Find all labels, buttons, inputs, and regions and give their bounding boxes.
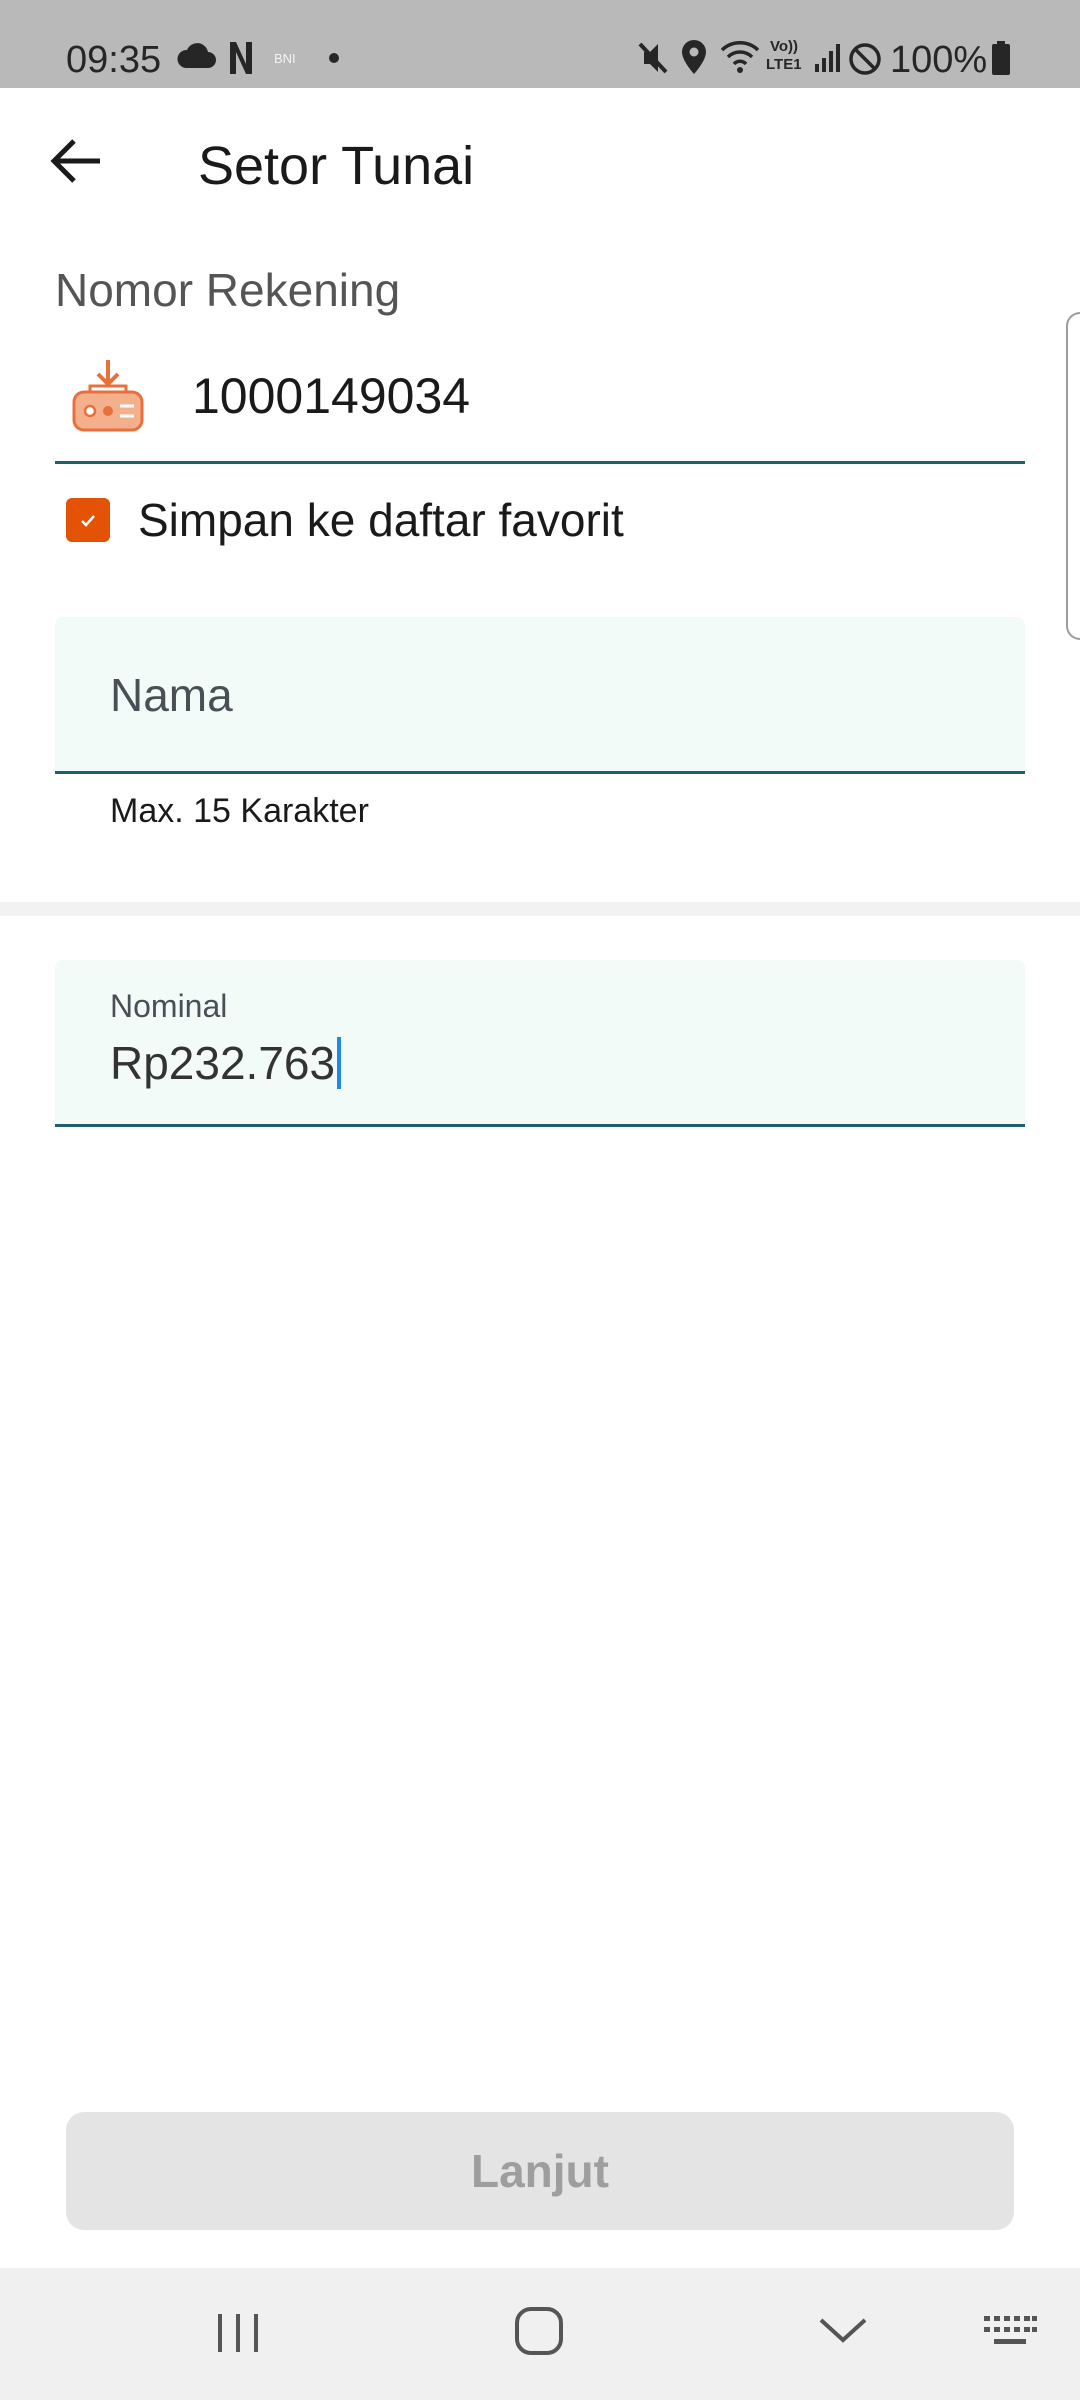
amount-value-text: Rp232.763	[110, 1037, 336, 1089]
app-bar: Setor Tunai	[0, 88, 1080, 248]
bni-icon: BNI	[268, 50, 310, 68]
status-bar: 09:35 BNI Vo)) LTE1 100%	[0, 0, 1080, 88]
back-button[interactable]	[44, 128, 110, 194]
lte-label: LTE1	[766, 56, 802, 73]
arrow-left-icon	[50, 139, 100, 183]
dot-icon	[329, 53, 339, 63]
wifi-icon	[720, 41, 760, 73]
cash-deposit-icon	[72, 360, 144, 432]
text-caret	[337, 1037, 342, 1089]
back-chevron-icon[interactable]	[816, 2312, 870, 2348]
battery-percentage: 100%	[890, 39, 988, 81]
name-input[interactable]: Nama	[55, 617, 1025, 774]
cloud-icon	[177, 43, 216, 68]
bni-label: BNI	[274, 51, 296, 66]
save-favorite-label[interactable]: Simpan ke daftar favorit	[138, 490, 624, 550]
volte-lte-icon: Vo)) LTE1	[766, 38, 810, 78]
section-divider	[0, 902, 1080, 916]
amount-input[interactable]: Nominal Rp232.763	[55, 960, 1025, 1127]
name-helper-text: Max. 15 Karakter	[110, 792, 369, 830]
check-icon	[81, 515, 95, 527]
recent-apps-icon[interactable]	[212, 2308, 264, 2358]
account-number-label: Nomor Rekening	[55, 264, 401, 316]
netflix-icon	[230, 42, 252, 74]
amount-value: Rp232.763	[110, 1035, 342, 1091]
amount-label: Nominal	[110, 988, 228, 1024]
volte-label: Vo))	[770, 38, 799, 55]
page-title: Setor Tunai	[198, 136, 475, 196]
name-placeholder: Nama	[110, 669, 233, 721]
keyboard-icon[interactable]	[982, 2314, 1038, 2350]
do-not-disturb-icon	[849, 43, 881, 75]
home-icon[interactable]	[512, 2304, 566, 2358]
mute-icon	[638, 42, 668, 74]
navigation-bar	[0, 2268, 1080, 2400]
battery-icon	[992, 41, 1010, 75]
signal-icon	[815, 44, 840, 72]
continue-button[interactable]: Lanjut	[66, 2112, 1014, 2230]
save-favorite-checkbox[interactable]	[66, 498, 110, 542]
edge-panel-handle[interactable]	[1066, 312, 1080, 640]
account-number-underline	[55, 461, 1025, 464]
account-number-value[interactable]: 1000149034	[192, 366, 470, 426]
status-time: 09:35	[66, 39, 162, 81]
location-icon	[682, 40, 706, 74]
